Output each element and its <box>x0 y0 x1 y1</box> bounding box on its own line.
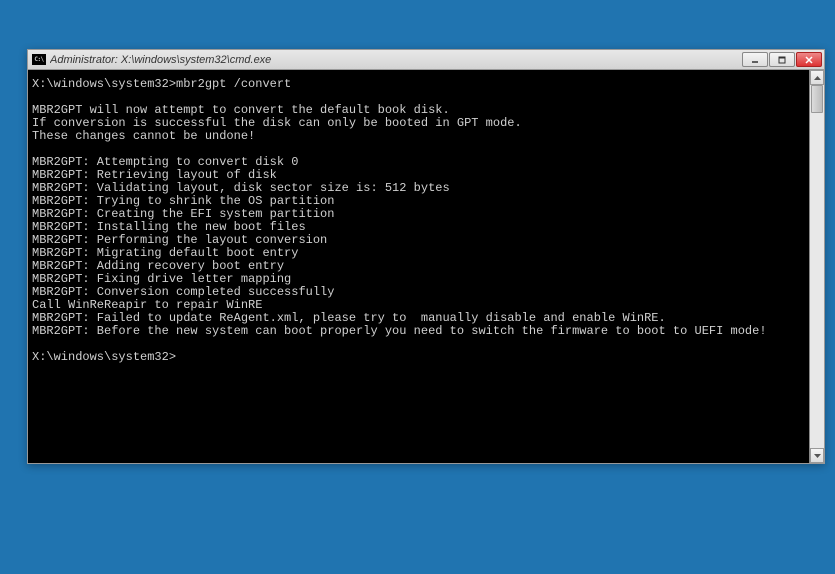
chevron-down-icon <box>814 454 821 458</box>
titlebar[interactable]: C:\ Administrator: X:\windows\system32\c… <box>28 50 824 70</box>
terminal-line: These changes cannot be undone! <box>32 130 805 143</box>
scroll-down-button[interactable] <box>810 448 824 463</box>
vertical-scrollbar[interactable] <box>809 70 824 463</box>
close-button[interactable] <box>796 52 822 67</box>
maximize-button[interactable] <box>769 52 795 67</box>
scroll-thumb[interactable] <box>811 85 823 113</box>
window-controls <box>742 52 822 67</box>
terminal-line: MBR2GPT: Before the new system can boot … <box>32 325 805 338</box>
window-title: Administrator: X:\windows\system32\cmd.e… <box>50 54 742 66</box>
cmd-icon: C:\ <box>32 54 46 65</box>
minimize-button[interactable] <box>742 52 768 67</box>
chevron-up-icon <box>814 76 821 80</box>
scroll-up-button[interactable] <box>810 70 824 85</box>
terminal-line: X:\windows\system32> <box>32 351 805 364</box>
minimize-icon <box>751 56 759 64</box>
terminal-area: X:\windows\system32>mbr2gpt /convert MBR… <box>28 70 824 463</box>
terminal-output[interactable]: X:\windows\system32>mbr2gpt /convert MBR… <box>28 70 809 463</box>
scroll-track[interactable] <box>810 85 824 448</box>
maximize-icon <box>778 56 786 64</box>
close-icon <box>805 56 813 64</box>
cmd-window: C:\ Administrator: X:\windows\system32\c… <box>27 49 825 464</box>
terminal-line: X:\windows\system32>mbr2gpt /convert <box>32 78 805 91</box>
